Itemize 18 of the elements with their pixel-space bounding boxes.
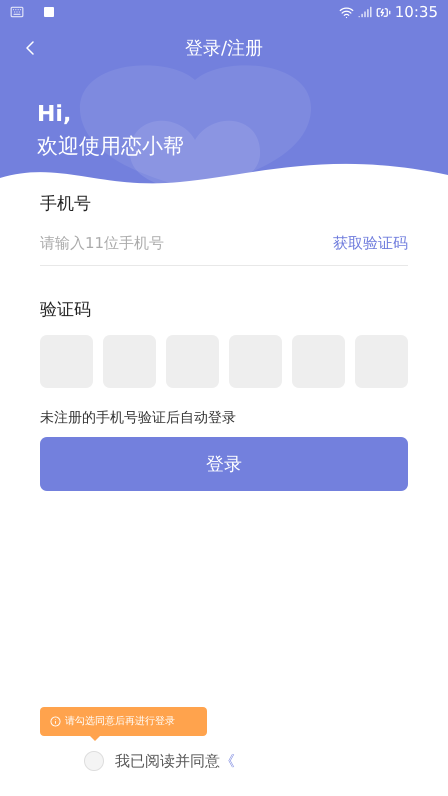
info-icon <box>50 716 61 726</box>
agree-checkbox[interactable] <box>84 750 104 771</box>
greeting-text: Hi, <box>37 101 72 129</box>
tooltip-text: 请勾选同意后再进行登录 <box>65 714 175 728</box>
keyboard-icon <box>10 5 24 19</box>
phone-label: 手机号 <box>40 193 92 216</box>
welcome-text: 欢迎使用恋小帮 <box>37 133 185 160</box>
phone-input-field[interactable]: 请输入11位手机号 <box>40 232 333 254</box>
code-label: 验证码 <box>40 298 92 322</box>
clock-time: 10:35 <box>394 2 438 23</box>
page-title: 登录/注册 <box>184 36 264 60</box>
wifi-icon <box>338 4 354 20</box>
agreement-link[interactable]: 《 <box>220 750 235 772</box>
signal-icon <box>358 5 372 19</box>
agreement-text: 我已阅读并同意 <box>115 750 220 772</box>
auto-login-note: 未注册的手机号验证后自动登录 <box>40 409 237 428</box>
get-code-link[interactable]: 获取验证码 <box>333 232 408 254</box>
login-button[interactable]: 登录 <box>40 437 408 491</box>
